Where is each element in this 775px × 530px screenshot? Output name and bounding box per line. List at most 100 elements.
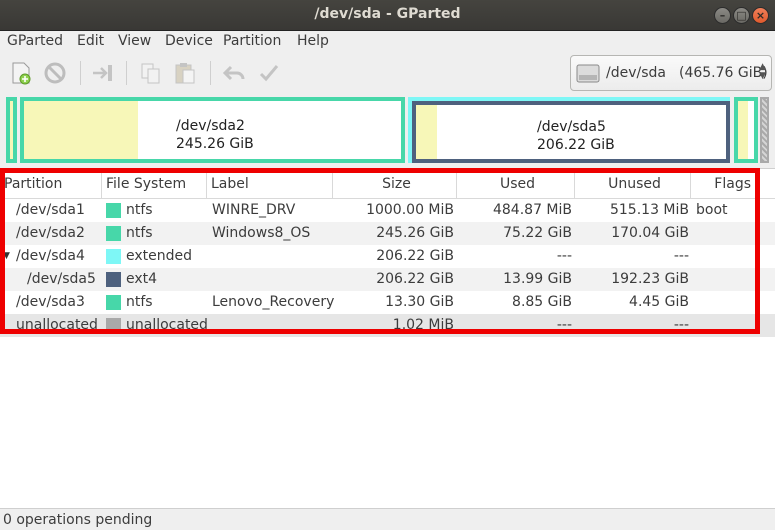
cell-size: 245.26 GiB xyxy=(376,225,454,241)
new-icon xyxy=(12,62,31,85)
fs-color-swatch xyxy=(106,272,121,287)
cell-partition: unallocated xyxy=(16,317,98,333)
fs-color-swatch xyxy=(106,203,121,218)
device-size: (465.76 GiB) xyxy=(679,65,768,81)
column-header-label[interactable]: Label xyxy=(207,169,333,199)
column-header-unused[interactable]: Unused xyxy=(575,169,691,199)
cell-unused: 4.45 GiB xyxy=(629,294,689,310)
menu-partition[interactable]: Partition xyxy=(223,33,281,49)
column-header-used[interactable]: Used xyxy=(457,169,575,199)
toolbar-separator xyxy=(126,61,127,85)
table-row[interactable]: /dev/sda1 ntfs WINRE_DRV 1000.00 MiB 484… xyxy=(0,199,775,222)
resize-move-button[interactable] xyxy=(90,61,116,85)
paste-icon xyxy=(175,63,195,84)
cell-used: 8.85 GiB xyxy=(512,294,572,310)
cell-flags: boot xyxy=(696,202,728,218)
graph-partition-sda3[interactable] xyxy=(734,97,758,163)
fs-color-swatch xyxy=(106,226,121,241)
cell-filesystem: unallocated xyxy=(126,317,208,333)
delete-icon xyxy=(44,62,66,84)
minimize-button[interactable]: – xyxy=(714,7,731,24)
cell-partition: /dev/sda2 xyxy=(16,225,85,241)
chevron-updown-icon: ▲ ▼ xyxy=(759,62,766,81)
cell-label: WINRE_DRV xyxy=(212,202,296,218)
table-row[interactable]: /dev/sda2 ntfs Windows8_OS 245.26 GiB 75… xyxy=(0,222,775,245)
cell-label: Lenovo_Recovery xyxy=(212,294,335,310)
cell-unused: 192.23 GiB xyxy=(611,271,689,287)
column-header-filesystem[interactable]: File System xyxy=(102,169,207,199)
cell-used: --- xyxy=(556,248,572,264)
menu-view[interactable]: View xyxy=(118,33,151,49)
fs-color-swatch xyxy=(106,295,121,310)
paste-button[interactable] xyxy=(172,61,198,85)
cell-filesystem: ext4 xyxy=(126,271,158,287)
toolbar-separator xyxy=(210,61,211,85)
menu-help[interactable]: Help xyxy=(297,33,329,49)
graph-partition-sda2[interactable]: /dev/sda2 245.26 GiB xyxy=(20,97,405,163)
cell-size: 1000.00 MiB xyxy=(366,202,454,218)
copy-icon xyxy=(141,63,160,84)
device-selector[interactable]: /dev/sda (465.76 GiB) ▲ ▼ xyxy=(570,55,772,91)
status-text: 0 operations pending xyxy=(3,512,153,528)
fs-color-swatch xyxy=(106,318,121,333)
menu-bar: GParted Edit View Device Partition Help xyxy=(0,31,775,53)
partition-graph: /dev/sda2 245.26 GiB /dev/sda5 206.22 Gi… xyxy=(0,93,775,167)
status-bar: 0 operations pending xyxy=(0,508,775,530)
cell-filesystem: ntfs xyxy=(126,294,153,310)
table-row[interactable]: unallocated unallocated 1.02 MiB --- --- xyxy=(0,314,775,337)
menu-edit[interactable]: Edit xyxy=(77,33,104,49)
cell-size: 13.30 GiB xyxy=(385,294,454,310)
cell-used: 75.22 GiB xyxy=(503,225,572,241)
apply-button[interactable] xyxy=(256,61,282,85)
delete-button[interactable] xyxy=(42,61,68,85)
cell-label: Windows8_OS xyxy=(212,225,311,241)
cell-used: 484.87 MiB xyxy=(492,202,572,218)
title-bar: /dev/sda - GParted – □ × xyxy=(0,0,775,31)
table-row[interactable]: /dev/sda3 ntfs Lenovo_Recovery 13.30 GiB… xyxy=(0,291,775,314)
table-row[interactable]: /dev/sda5 ext4 206.22 GiB 13.99 GiB 192.… xyxy=(0,268,775,291)
copy-button[interactable] xyxy=(138,61,164,85)
graph-partition-sda5[interactable]: /dev/sda5 206.22 GiB xyxy=(412,101,730,163)
device-name: /dev/sda xyxy=(606,65,666,81)
column-header-flags[interactable]: Flags xyxy=(691,169,775,199)
cell-used: 13.99 GiB xyxy=(503,271,572,287)
cell-filesystem: extended xyxy=(126,248,193,264)
apply-icon xyxy=(259,65,279,82)
close-icon: × xyxy=(755,9,766,22)
close-button[interactable]: × xyxy=(752,7,769,24)
fs-color-swatch xyxy=(106,249,121,264)
graph-partition-sda1[interactable] xyxy=(6,97,17,163)
graph-unallocated[interactable] xyxy=(760,97,769,163)
graph-partition-sda4[interactable]: /dev/sda5 206.22 GiB xyxy=(408,97,730,163)
cell-used: --- xyxy=(556,317,572,333)
menu-device[interactable]: Device xyxy=(165,33,213,49)
cell-size: 206.22 GiB xyxy=(376,248,454,264)
cell-unused: 170.04 GiB xyxy=(611,225,689,241)
minimize-icon: – xyxy=(719,9,726,22)
graph-label-sda5-name: /dev/sda5 xyxy=(537,119,606,135)
graph-label-sda5-size: 206.22 GiB xyxy=(537,137,615,153)
undo-button[interactable] xyxy=(222,61,248,85)
cell-filesystem: ntfs xyxy=(126,225,153,241)
column-header-size[interactable]: Size xyxy=(333,169,457,199)
window-title: /dev/sda - GParted xyxy=(314,6,461,22)
harddisk-icon xyxy=(576,64,600,83)
menu-gparted[interactable]: GParted xyxy=(7,33,63,49)
undo-icon xyxy=(222,65,245,81)
table-header: Partition File System Label Size Used Un… xyxy=(0,169,775,199)
cell-partition: /dev/sda4 xyxy=(16,248,85,264)
partition-table: Partition File System Label Size Used Un… xyxy=(0,168,775,508)
cell-size: 206.22 GiB xyxy=(376,271,454,287)
cell-partition: /dev/sda1 xyxy=(16,202,85,218)
cell-partition: /dev/sda3 xyxy=(16,294,85,310)
table-row[interactable]: ▼ /dev/sda4 extended 206.22 GiB --- --- xyxy=(0,245,775,268)
new-button[interactable] xyxy=(8,61,34,85)
maximize-button[interactable]: □ xyxy=(733,7,750,24)
cell-filesystem: ntfs xyxy=(126,202,153,218)
column-header-partition[interactable]: Partition xyxy=(0,169,102,199)
cell-unused: 515.13 MiB xyxy=(609,202,689,218)
resize-move-icon xyxy=(93,65,112,81)
cell-partition: /dev/sda5 xyxy=(27,271,96,287)
cell-unused: --- xyxy=(673,248,689,264)
expander-triangle-icon[interactable]: ▼ xyxy=(3,245,10,268)
